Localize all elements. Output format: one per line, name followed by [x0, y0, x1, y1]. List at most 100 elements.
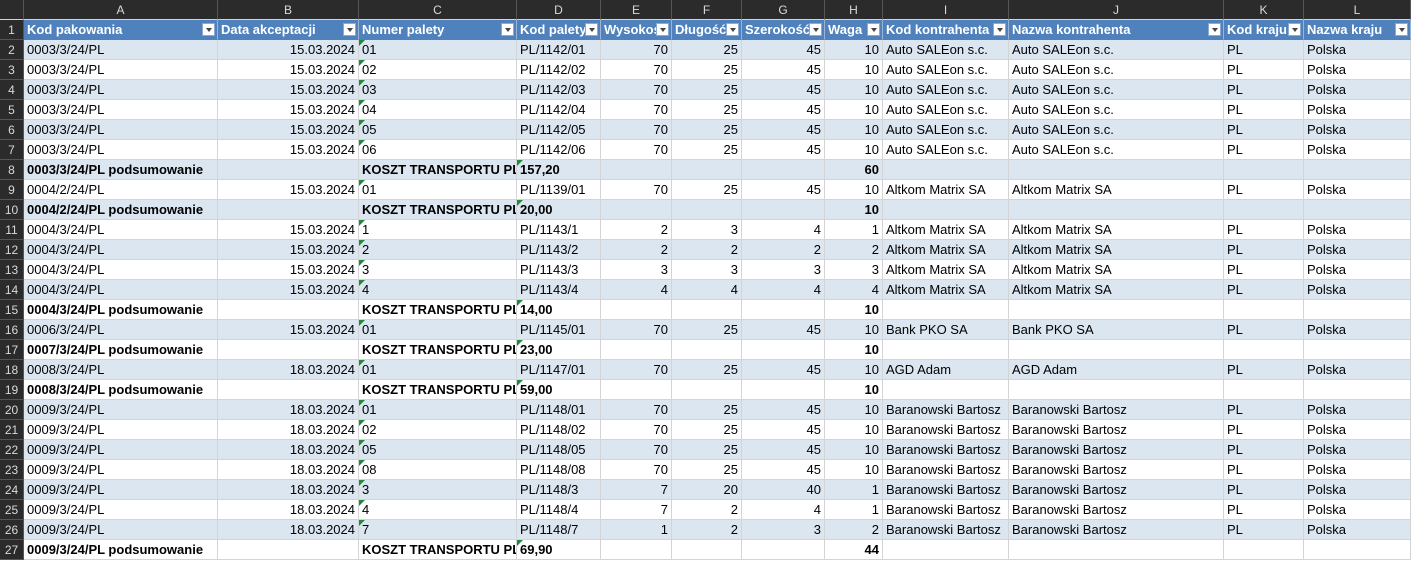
cell-data-akceptacji[interactable]: 18.03.2024: [218, 400, 359, 420]
cell-wysokosc[interactable]: 70: [601, 180, 672, 200]
cell-kod-kraju[interactable]: PL: [1224, 420, 1304, 440]
cell-nazwa-kraju[interactable]: Polska: [1304, 520, 1411, 540]
row-number[interactable]: 26: [0, 520, 24, 540]
cell-numer-palety[interactable]: 02: [359, 60, 517, 80]
cell-kod-kontrahenta[interactable]: Altkom Matrix SA: [883, 180, 1009, 200]
row-number[interactable]: 20: [0, 400, 24, 420]
cell-szerokosc[interactable]: 45: [742, 420, 825, 440]
cell-kod-kontrahenta[interactable]: Altkom Matrix SA: [883, 260, 1009, 280]
cell-szerokosc[interactable]: 45: [742, 320, 825, 340]
cell-numer-palety[interactable]: 06: [359, 140, 517, 160]
cell-nazwa-kraju[interactable]: Polska: [1304, 320, 1411, 340]
column-header-i[interactable]: I: [883, 0, 1009, 20]
column-header-j[interactable]: J: [1009, 0, 1224, 20]
cell-nazwa-kraju[interactable]: Polska: [1304, 260, 1411, 280]
filter-dropdown-icon[interactable]: [202, 23, 215, 36]
column-header-g[interactable]: G: [742, 0, 825, 20]
filter-dropdown-icon[interactable]: [993, 23, 1006, 36]
cell-waga[interactable]: 10: [825, 320, 883, 340]
cell-wysokosc[interactable]: 70: [601, 120, 672, 140]
cell-waga[interactable]: 10: [825, 340, 883, 360]
cell-waga[interactable]: 10: [825, 120, 883, 140]
cell-nazwa-kraju[interactable]: Polska: [1304, 180, 1411, 200]
cell-dlugosc[interactable]: 25: [672, 460, 742, 480]
cell-kod-pakowania[interactable]: 0009/3/24/PL podsumowanie: [24, 540, 218, 560]
cell-numer-palety[interactable]: KOSZT TRANSPORTU PLN: [359, 160, 517, 180]
column-header-d[interactable]: D: [517, 0, 601, 20]
row-number[interactable]: 18: [0, 360, 24, 380]
cell-numer-palety[interactable]: 3: [359, 480, 517, 500]
cell-kod-kraju[interactable]: PL: [1224, 80, 1304, 100]
row-number[interactable]: 19: [0, 380, 24, 400]
cell-nazwa-kontrahenta[interactable]: Baranowski Bartosz: [1009, 480, 1224, 500]
cell-dlugosc[interactable]: 20: [672, 480, 742, 500]
cell-nazwa-kontrahenta[interactable]: Auto SALEon s.c.: [1009, 120, 1224, 140]
cell-waga[interactable]: 10: [825, 180, 883, 200]
cell-kod-palety[interactable]: PL/1145/01: [517, 320, 601, 340]
cell-waga[interactable]: 10: [825, 360, 883, 380]
cell-kod-palety[interactable]: PL/1143/2: [517, 240, 601, 260]
cell-szerokosc[interactable]: [742, 200, 825, 220]
header-wysokosc[interactable]: Wysokość: [601, 20, 672, 40]
cell-szerokosc[interactable]: 4: [742, 220, 825, 240]
cell-nazwa-kraju[interactable]: Polska: [1304, 500, 1411, 520]
cell-dlugosc[interactable]: [672, 160, 742, 180]
row-number[interactable]: 4: [0, 80, 24, 100]
cell-kod-pakowania[interactable]: 0009/3/24/PL: [24, 520, 218, 540]
cell-szerokosc[interactable]: 4: [742, 500, 825, 520]
cell-numer-palety[interactable]: KOSZT TRANSPORTU PLN: [359, 340, 517, 360]
cell-szerokosc[interactable]: 45: [742, 140, 825, 160]
cell-kod-palety[interactable]: PL/1142/02: [517, 60, 601, 80]
cell-nazwa-kraju[interactable]: [1304, 380, 1411, 400]
column-header-l[interactable]: L: [1304, 0, 1411, 20]
cell-szerokosc[interactable]: 4: [742, 280, 825, 300]
cell-kod-kraju[interactable]: PL: [1224, 120, 1304, 140]
cell-kod-kontrahenta[interactable]: Baranowski Bartosz: [883, 440, 1009, 460]
cell-kod-kontrahenta[interactable]: [883, 300, 1009, 320]
header-data-akceptacji[interactable]: Data akceptacji: [218, 20, 359, 40]
cell-kod-palety[interactable]: PL/1142/04: [517, 100, 601, 120]
cell-kod-kraju[interactable]: PL: [1224, 40, 1304, 60]
cell-waga[interactable]: 10: [825, 140, 883, 160]
cell-numer-palety[interactable]: KOSZT TRANSPORTU PLN: [359, 300, 517, 320]
cell-wysokosc[interactable]: [601, 200, 672, 220]
cell-data-akceptacji[interactable]: 15.03.2024: [218, 280, 359, 300]
cell-nazwa-kraju[interactable]: Polska: [1304, 140, 1411, 160]
row-number[interactable]: 14: [0, 280, 24, 300]
cell-wysokosc[interactable]: 70: [601, 420, 672, 440]
row-number[interactable]: 27: [0, 540, 24, 560]
cell-numer-palety[interactable]: 01: [359, 360, 517, 380]
cell-numer-palety[interactable]: 01: [359, 320, 517, 340]
cell-kod-kontrahenta[interactable]: Altkom Matrix SA: [883, 280, 1009, 300]
cell-kod-kontrahenta[interactable]: Baranowski Bartosz: [883, 480, 1009, 500]
row-number[interactable]: 12: [0, 240, 24, 260]
cell-szerokosc[interactable]: 2: [742, 240, 825, 260]
cell-data-akceptacji[interactable]: 15.03.2024: [218, 260, 359, 280]
cell-waga[interactable]: 1: [825, 500, 883, 520]
cell-data-akceptacji[interactable]: [218, 300, 359, 320]
cell-nazwa-kraju[interactable]: Polska: [1304, 40, 1411, 60]
cell-wysokosc[interactable]: [601, 540, 672, 560]
cell-nazwa-kraju[interactable]: Polska: [1304, 120, 1411, 140]
row-number[interactable]: 21: [0, 420, 24, 440]
cell-szerokosc[interactable]: 45: [742, 80, 825, 100]
cell-numer-palety[interactable]: 05: [359, 120, 517, 140]
cell-kod-palety[interactable]: PL/1142/01: [517, 40, 601, 60]
cell-data-akceptacji[interactable]: 15.03.2024: [218, 180, 359, 200]
cell-kod-palety[interactable]: PL/1148/08: [517, 460, 601, 480]
cell-kod-kraju[interactable]: PL: [1224, 100, 1304, 120]
cell-kod-pakowania[interactable]: 0003/3/24/PL: [24, 60, 218, 80]
cell-dlugosc[interactable]: 4: [672, 280, 742, 300]
column-header-f[interactable]: F: [672, 0, 742, 20]
cell-dlugosc[interactable]: [672, 200, 742, 220]
cell-kod-kraju[interactable]: PL: [1224, 440, 1304, 460]
cell-nazwa-kraju[interactable]: Polska: [1304, 60, 1411, 80]
cell-waga[interactable]: 1: [825, 220, 883, 240]
cell-dlugosc[interactable]: 25: [672, 440, 742, 460]
cell-kod-palety[interactable]: PL/1147/01: [517, 360, 601, 380]
cell-kod-kontrahenta[interactable]: Altkom Matrix SA: [883, 240, 1009, 260]
cell-numer-palety[interactable]: 01: [359, 40, 517, 60]
cell-data-akceptacji[interactable]: 18.03.2024: [218, 360, 359, 380]
cell-nazwa-kraju[interactable]: Polska: [1304, 280, 1411, 300]
header-kod-palety[interactable]: Kod palety: [517, 20, 601, 40]
